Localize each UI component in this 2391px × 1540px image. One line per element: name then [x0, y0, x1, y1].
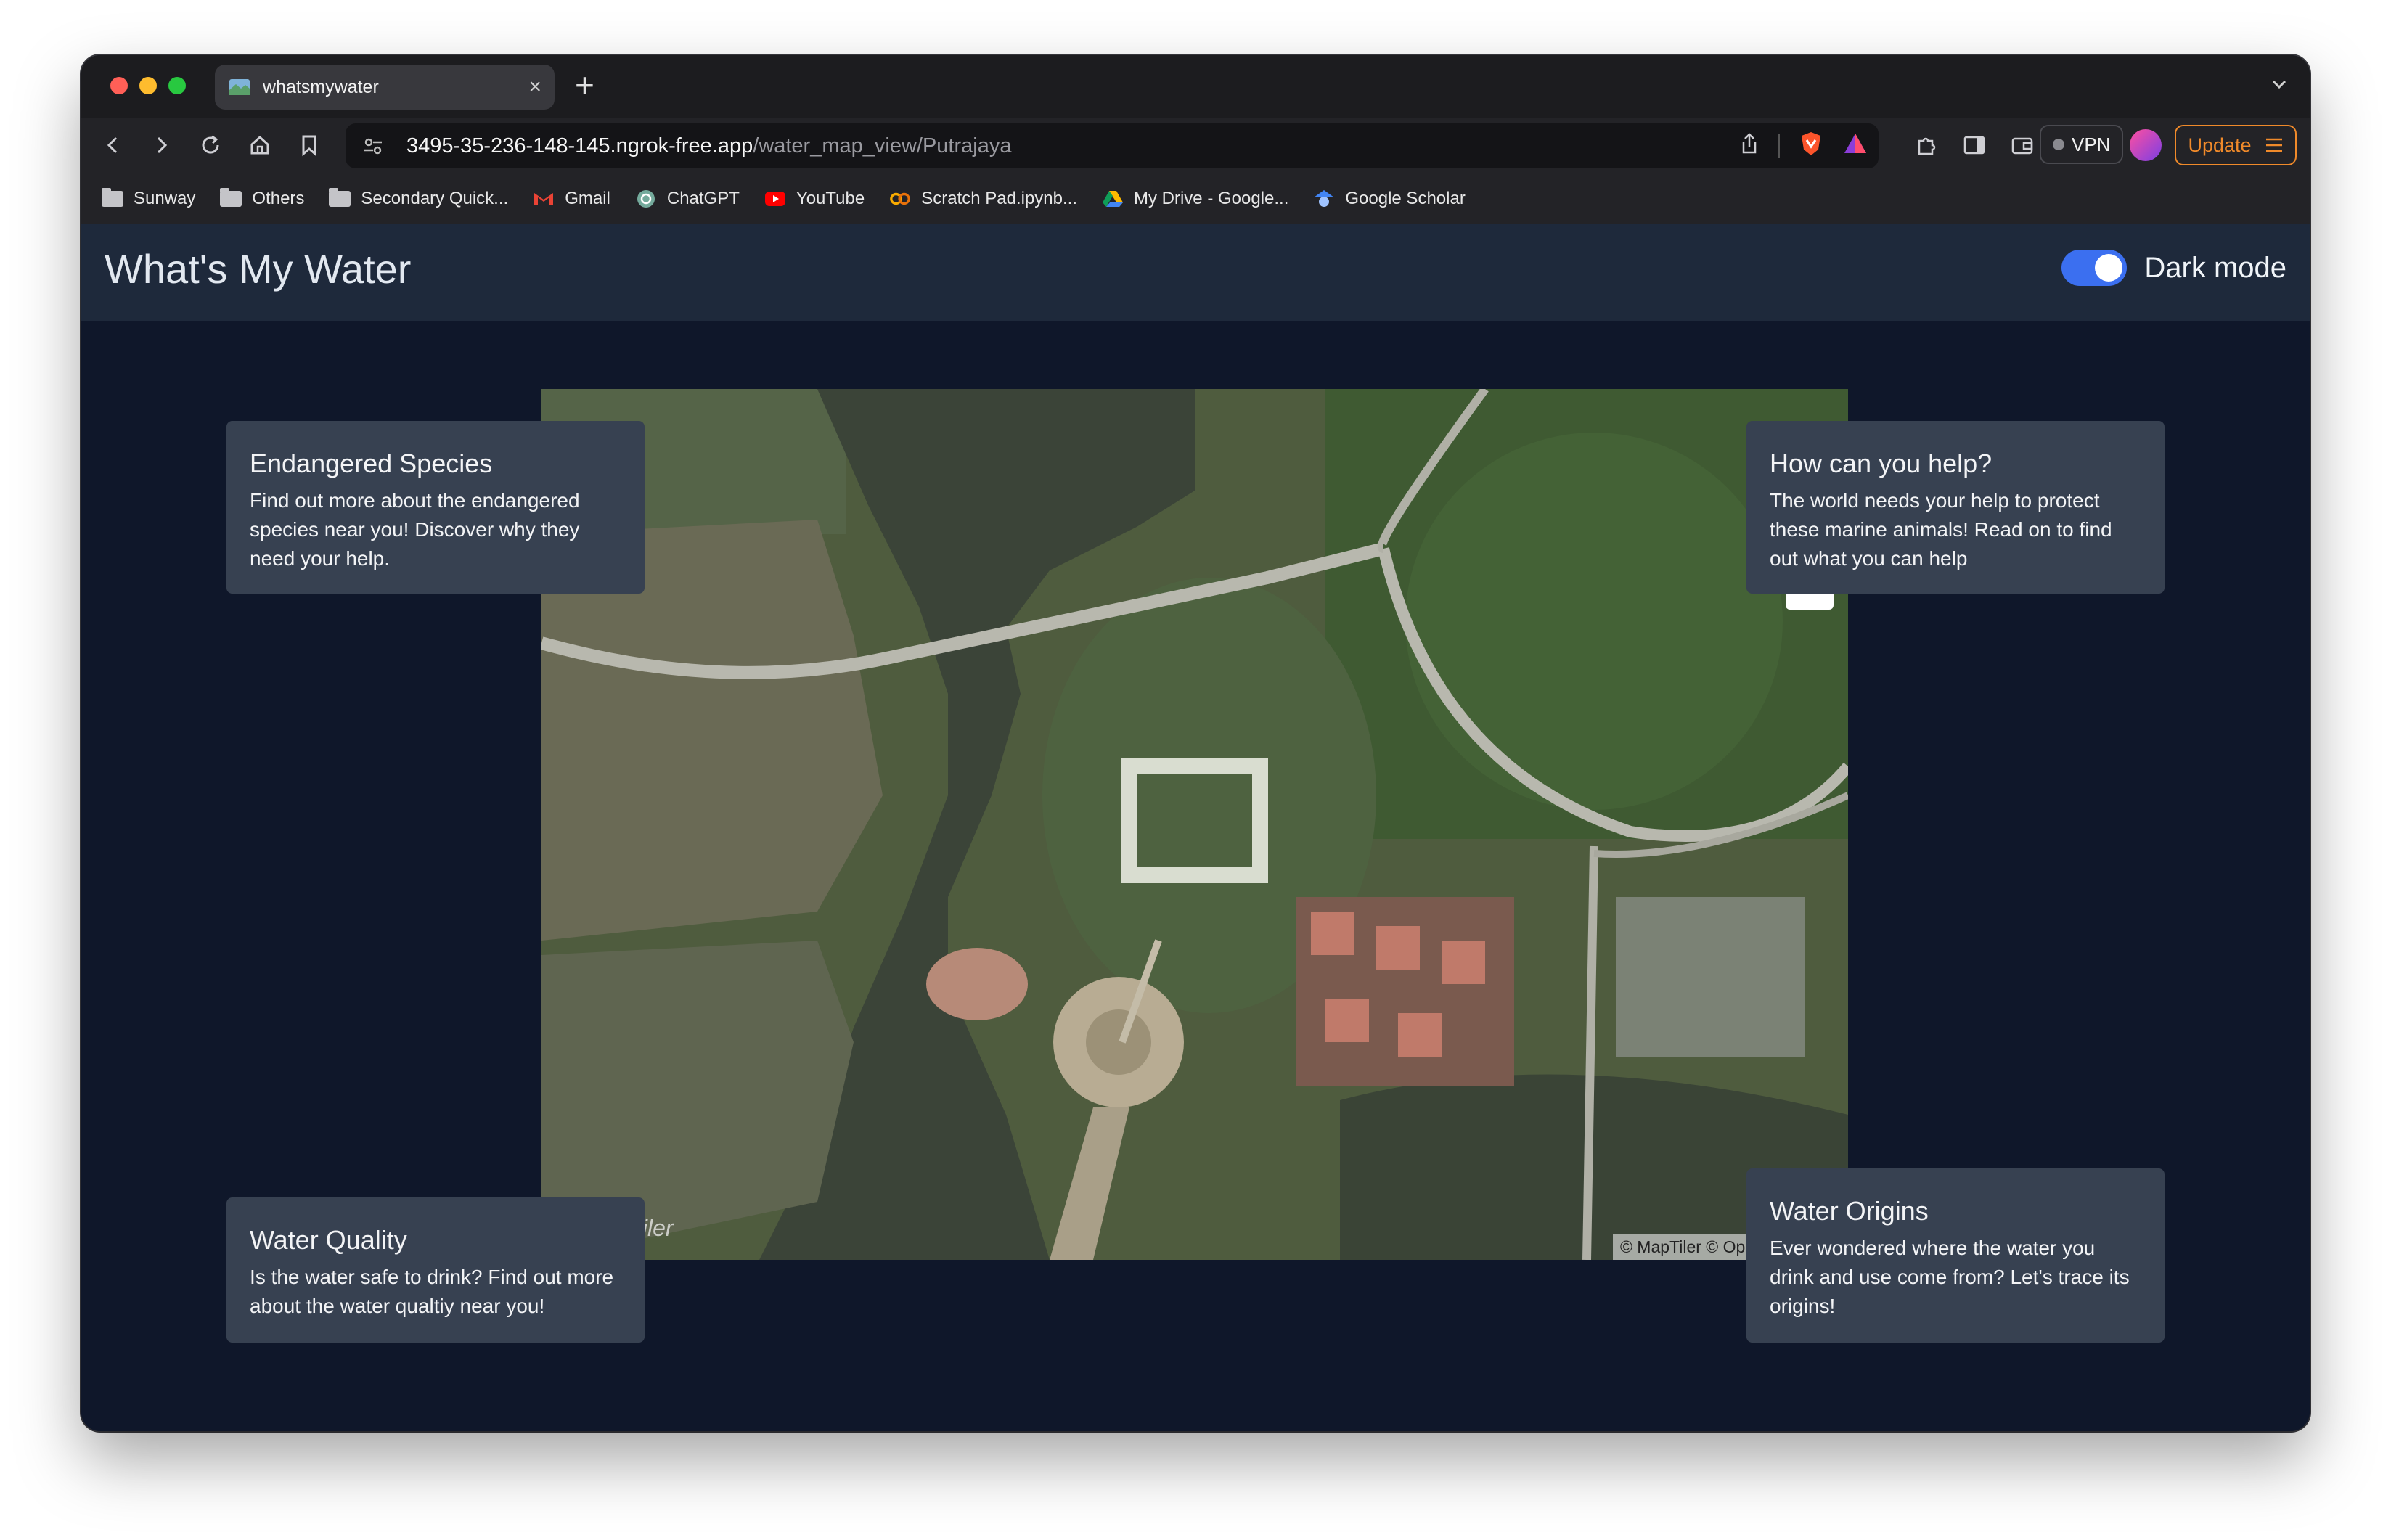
folder-icon — [102, 188, 123, 208]
bookmarks-bar: Sunway Others Secondary Quick... Gmail C… — [81, 174, 2310, 224]
bookmark-label: Sunway — [134, 189, 196, 208]
site-settings-icon[interactable] — [359, 131, 388, 160]
bookmark-sunway[interactable]: Sunway — [102, 188, 196, 209]
bookmark-my-drive[interactable]: My Drive - Google... — [1102, 189, 1288, 209]
bookmark-label: ChatGPT — [666, 189, 740, 208]
tab-title: whatsmywater — [263, 76, 379, 97]
bookmark-label: Scratch Pad.ipynb... — [921, 189, 1077, 208]
close-window-button[interactable] — [110, 77, 128, 94]
sidebar-toggle-icon[interactable] — [1960, 131, 1989, 160]
card-title: Endangered Species — [250, 449, 493, 478]
url-host: 3495-35-236-148-145.ngrok-free.app — [406, 134, 753, 157]
bookmark-secondary-quick[interactable]: Secondary Quick... — [329, 188, 509, 209]
toggle-knob — [2095, 254, 2123, 282]
vpn-status-icon — [2053, 139, 2064, 150]
drive-icon — [1102, 189, 1124, 208]
brave-rewards-icon[interactable] — [1842, 131, 1868, 160]
card-title: Water Origins — [1770, 1196, 1929, 1226]
app-header: What's My Water Dark mode — [81, 224, 2310, 321]
bookmark-scratch-pad[interactable]: Scratch Pad.ipynb... — [889, 189, 1077, 209]
tab-strip: whatsmywater × + — [81, 55, 2310, 118]
card-how-can-you-help[interactable]: How can you help? The world needs your h… — [1746, 421, 2165, 594]
youtube-icon — [764, 189, 786, 208]
card-body: Is the water safe to drink? Find out mor… — [250, 1266, 614, 1317]
extensions-icon[interactable] — [1912, 131, 1941, 160]
card-body: Find out more about the endangered speci… — [250, 489, 580, 570]
menu-icon — [2265, 138, 2282, 152]
card-title: How can you help? — [1770, 449, 1992, 478]
browser-window: whatsmywater × + 3495-35-236-148-145.ngr… — [81, 55, 2310, 1431]
bookmark-gmail[interactable]: Gmail — [533, 189, 610, 209]
satellite-imagery — [541, 389, 1848, 1260]
dark-mode-toggle-group: Dark mode — [2061, 250, 2286, 286]
satellite-map[interactable]: tiler © MapTiler © OpenStreetMap — [541, 389, 1848, 1260]
chatgpt-icon — [635, 189, 657, 208]
bookmark-label: Others — [252, 189, 305, 208]
folder-icon — [220, 188, 242, 208]
reload-icon[interactable] — [196, 131, 225, 160]
address-bar[interactable]: 3495-35-236-148-145.ngrok-free.app/water… — [346, 123, 1879, 168]
share-icon[interactable] — [1739, 132, 1759, 159]
scholar-icon — [1313, 189, 1335, 208]
vpn-button[interactable]: VPN — [2040, 125, 2124, 164]
minimize-window-button[interactable] — [139, 77, 157, 94]
map-favicon-icon — [229, 79, 250, 95]
gmail-icon — [533, 189, 555, 208]
bookmark-others[interactable]: Others — [220, 188, 305, 209]
new-tab-button[interactable]: + — [575, 67, 594, 103]
card-endangered-species[interactable]: Endangered Species Find out more about t… — [226, 421, 645, 594]
bookmark-icon[interactable] — [295, 131, 324, 160]
divider — [1778, 133, 1780, 158]
card-body: The world needs your help to protect the… — [1770, 489, 2112, 570]
colab-icon — [889, 189, 911, 208]
dark-mode-toggle[interactable] — [2061, 250, 2128, 286]
url-path: /water_map_view/Putrajaya — [753, 134, 1012, 157]
card-water-origins[interactable]: Water Origins Ever wondered where the wa… — [1746, 1168, 2165, 1343]
update-label: Update — [2188, 134, 2252, 156]
tab-close-icon[interactable]: × — [528, 76, 541, 98]
wallet-icon[interactable] — [2008, 131, 2037, 160]
brave-shields-icon[interactable] — [1799, 131, 1823, 160]
back-icon[interactable] — [99, 131, 128, 160]
browser-toolbar: 3495-35-236-148-145.ngrok-free.app/water… — [81, 118, 2310, 174]
bookmark-google-scholar[interactable]: Google Scholar — [1313, 189, 1466, 209]
dark-mode-label: Dark mode — [2144, 251, 2286, 284]
update-button[interactable]: Update — [2175, 125, 2297, 165]
folder-icon — [329, 188, 351, 208]
tab-whatsmywater[interactable]: whatsmywater × — [215, 65, 555, 110]
web-page: What's My Water Dark mode tiler © MapTil… — [81, 224, 2310, 1431]
bookmark-label: My Drive - Google... — [1133, 189, 1289, 208]
vpn-label: VPN — [2072, 133, 2111, 155]
card-title: Water Quality — [250, 1225, 407, 1255]
maximize-window-button[interactable] — [168, 77, 186, 94]
bookmark-label: YouTube — [796, 189, 865, 208]
card-body: Ever wondered where the water you drink … — [1770, 1237, 2130, 1317]
card-water-quality[interactable]: Water Quality Is the water safe to drink… — [226, 1197, 645, 1343]
bookmark-label: Secondary Quick... — [361, 189, 509, 208]
bookmark-label: Google Scholar — [1345, 189, 1466, 208]
bookmark-label: Gmail — [565, 189, 610, 208]
tab-list-chevron-icon[interactable] — [2269, 74, 2289, 100]
forward-icon[interactable] — [147, 131, 176, 160]
home-icon[interactable] — [245, 131, 274, 160]
bookmark-chatgpt[interactable]: ChatGPT — [635, 189, 740, 209]
page-title: What's My Water — [105, 246, 412, 292]
profile-avatar[interactable] — [2130, 129, 2162, 161]
bookmark-youtube[interactable]: YouTube — [764, 189, 865, 209]
